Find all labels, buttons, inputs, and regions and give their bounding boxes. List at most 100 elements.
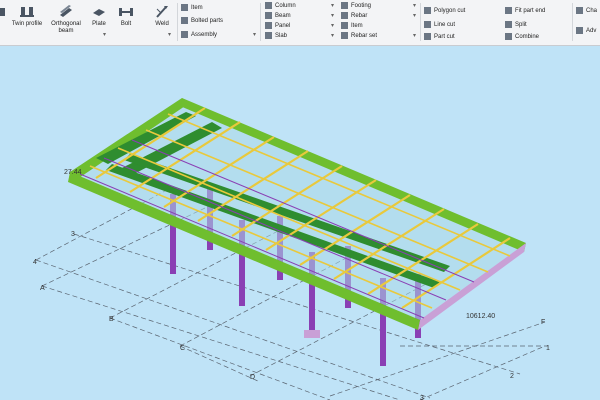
combine-label: Combine [515, 34, 540, 41]
grid-label-c: C [180, 345, 185, 352]
cha-link[interactable]: Cha [576, 7, 597, 16]
bolt-label: Bolt [120, 21, 132, 27]
ribbon-toolbar: Twin profile Orthogonal beam Plate ▾ Bol… [0, 0, 600, 46]
rebar-item-link[interactable]: Item [341, 22, 363, 31]
weld-label: Weld [155, 21, 169, 27]
rebar-label: Rebar [351, 13, 368, 20]
weld-button[interactable]: Weld ▾ [148, 2, 176, 38]
bolted-parts-label: Bolted parts [191, 18, 224, 25]
footing-link[interactable]: Footing [341, 2, 371, 11]
split-link[interactable]: Split [505, 21, 527, 30]
rebar-item-label: Item [351, 23, 363, 30]
plate-icon [93, 9, 105, 16]
part-cut-link[interactable]: Part cut [424, 33, 455, 42]
bolted-parts-link[interactable]: Bolted parts [181, 17, 223, 26]
grid-label-1: 1 [546, 345, 550, 352]
grid-label-3-left: 3 [71, 231, 75, 238]
rebar-set-label: Rebar set [351, 33, 378, 40]
adv-icon [576, 27, 583, 34]
footing-label: Footing [351, 3, 372, 10]
twin-profile-icon [20, 7, 34, 17]
assembly-icon [181, 31, 188, 38]
slab-label: Slab [275, 33, 288, 40]
fit-part-end-icon [505, 7, 512, 14]
model-viewport[interactable]: A B C D 3 4 F 1 2 3 27.44 10612.40 [0, 46, 600, 400]
panel-link[interactable]: Panel [265, 22, 290, 31]
grid-label-4-left: 4 [33, 259, 37, 266]
slab-dropdown-caret-icon[interactable]: ▾ [331, 32, 334, 39]
ribbon-separator [572, 3, 573, 41]
rebar-link[interactable]: Rebar [341, 12, 367, 21]
slab-icon [265, 32, 272, 39]
part-cut-label: Part cut [434, 34, 455, 41]
ribbon-separator [420, 3, 421, 41]
grid-label-3-bottom: 3 [420, 395, 424, 400]
beam-icon [265, 12, 272, 19]
line-cut-link[interactable]: Line cut [424, 21, 455, 30]
ribbon-cutoff-button[interactable] [0, 2, 6, 21]
adv-link[interactable]: Adv [576, 27, 596, 36]
grid-label-d: D [250, 374, 255, 381]
rebar-set-dropdown-caret-icon[interactable]: ▾ [413, 32, 416, 39]
cha-icon [576, 7, 583, 14]
line-cut-label: Line cut [434, 22, 456, 29]
plate-dropdown-caret-icon[interactable]: ▾ [103, 32, 106, 39]
panel-label: Panel [275, 23, 291, 30]
grid-label-b: B [109, 316, 114, 323]
twin-profile-button[interactable]: Twin profile [8, 2, 46, 28]
panel-dropdown-caret-icon[interactable]: ▾ [331, 22, 334, 29]
weld-dropdown-caret-icon[interactable]: ▾ [168, 32, 171, 39]
orthogonal-beam-label: Orthogonal beam [51, 21, 81, 34]
footing-part[interactable] [304, 330, 320, 338]
cha-label: Cha [586, 8, 598, 15]
adv-label: Adv [586, 28, 597, 35]
rebar-dropdown-caret-icon[interactable]: ▾ [413, 12, 416, 19]
beam-link[interactable]: Beam [265, 12, 291, 21]
model-view-canvas[interactable]: A B C D 3 4 F 1 2 3 27.44 10612.40 [0, 46, 600, 400]
panel-icon [265, 22, 272, 29]
twin-profile-label: Twin profile [11, 21, 43, 27]
footing-dropdown-caret-icon[interactable]: ▾ [413, 2, 416, 9]
orthogonal-beam-button[interactable]: Orthogonal beam [46, 2, 86, 35]
ribbon-separator [260, 3, 261, 41]
column-label: Column [275, 3, 296, 10]
dimension-label-left: 27.44 [64, 169, 82, 176]
item-icon [181, 4, 188, 11]
bolt-button[interactable]: Bolt [113, 2, 139, 28]
fit-part-end-label: Fit part end [515, 8, 546, 15]
dimension-label-right: 10612.40 [466, 313, 495, 320]
column-dropdown-caret-icon[interactable]: ▾ [331, 2, 334, 9]
assembly-link[interactable]: Assembly [181, 31, 217, 40]
line-cut-icon [424, 21, 431, 28]
slab-link[interactable]: Slab [265, 32, 287, 41]
split-label: Split [515, 22, 527, 29]
rebar-set-link[interactable]: Rebar set [341, 32, 377, 41]
polygon-cut-label: Polygon cut [434, 8, 466, 15]
assembly-dropdown-caret-icon[interactable]: ▾ [253, 31, 256, 38]
bolted-parts-icon [181, 17, 188, 24]
polygon-cut-link[interactable]: Polygon cut [424, 7, 465, 16]
item-link[interactable]: Item [181, 4, 203, 13]
column-link[interactable]: Column [265, 2, 296, 11]
combine-link[interactable]: Combine [505, 33, 539, 42]
plate-button[interactable]: Plate ▾ [87, 2, 111, 38]
bolt-icon [119, 8, 133, 16]
rebar-icon [341, 12, 348, 19]
ribbon-separator [177, 3, 178, 41]
part-cut-icon [424, 33, 431, 40]
footing-icon [341, 2, 348, 9]
grid-label-a: A [40, 285, 45, 292]
split-icon [505, 21, 512, 28]
column-icon [265, 2, 272, 9]
beam-dropdown-caret-icon[interactable]: ▾ [331, 12, 334, 19]
rebar-item-icon [341, 22, 348, 29]
plate-label: Plate [92, 21, 106, 27]
combine-icon [505, 33, 512, 40]
polygon-cut-icon [424, 7, 431, 14]
weld-icon [156, 6, 168, 18]
orthogonal-beam-icon [60, 5, 72, 17]
fit-part-end-link[interactable]: Fit part end [505, 7, 545, 16]
beam-label: Beam [275, 13, 291, 20]
item-label: Item [191, 5, 203, 12]
rebar-set-icon [341, 32, 348, 39]
